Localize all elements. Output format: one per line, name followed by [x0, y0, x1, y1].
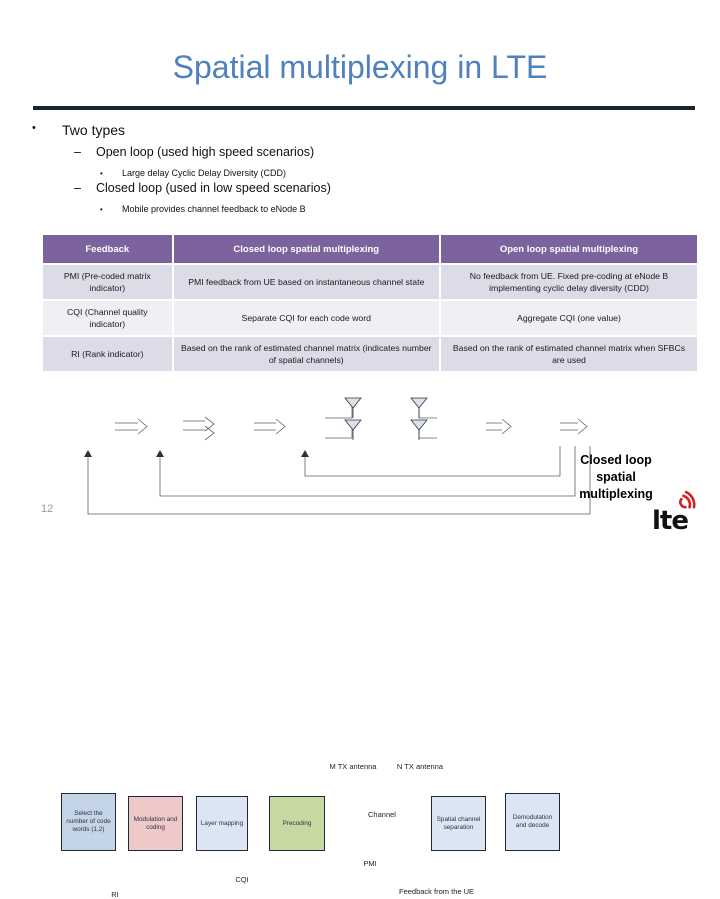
page-title: Spatial multiplexing in LTE: [172, 49, 548, 85]
bullet-closed-loop-sub: • Mobile provides channel feedback to eNo…: [100, 204, 306, 214]
diagram-block-demodulation-decode: Demodulation and decode: [505, 793, 560, 851]
cell-closed-cqi: Separate CQI for each code word: [173, 301, 439, 335]
page-number: 12: [41, 503, 54, 515]
table-row: CQI (Channel quality indicator) Separate…: [43, 301, 697, 335]
bullet-level1: • Two types: [32, 122, 125, 138]
title-divider: [33, 106, 695, 110]
label-n-tx-antenna: N TX antenna: [396, 762, 444, 771]
table-row: PMI (Pre-coded matrix indicator) PMI fee…: [43, 265, 697, 299]
bullet-open-loop: – Open loop (used high speed scenarios): [74, 145, 314, 159]
slide: Spatial multiplexing in LTE • Two types –…: [0, 0, 720, 899]
label-channel: Channel: [368, 810, 396, 819]
diagram-block-spatial-channel-separation: Spatial channel separation: [431, 796, 486, 851]
table-header-closed-loop: Closed loop spatial multiplexing: [173, 235, 439, 263]
label-cqi: CQI: [235, 875, 249, 884]
antenna-rx-1: [410, 397, 428, 418]
label-feedback-from-ue: Feedback from the UE: [399, 887, 475, 896]
bullet-closed-loop-text: Closed loop (used in low speed scenarios…: [96, 181, 331, 195]
bullet-closed-loop-sub-text: Mobile provides channel feedback to eNod…: [122, 204, 306, 214]
diagram-block-modulation-coding: Modulation and coding: [128, 796, 183, 851]
cell-closed-pmi: PMI feedback from UE based on instantane…: [173, 265, 439, 299]
diagram-block-precoding: Precoding: [269, 796, 325, 851]
comparison-table: Feedback Closed loop spatial multiplexin…: [41, 233, 699, 373]
lte-logo: lte: [652, 490, 708, 534]
table-row: RI (Rank indicator) Based on the rank of…: [43, 337, 697, 371]
label-ri: RI: [111, 890, 119, 899]
antenna-tx-1: [344, 397, 362, 418]
bullet-level1-text: Two types: [62, 122, 126, 138]
cell-open-pmi: No feedback from UE. Fixed pre-coding at…: [440, 265, 697, 299]
cell-feedback-ri: RI (Rank indicator): [43, 337, 172, 371]
bullet-open-loop-text: Open loop (used high speed scenarios): [96, 145, 315, 159]
bullet-marker-level1: •: [32, 122, 36, 134]
bullet-marker-level3-b: •: [100, 205, 103, 214]
bullet-marker-level3-a: •: [100, 169, 103, 178]
bullet-closed-loop: – Closed loop (used in low speed scenario…: [74, 181, 331, 195]
label-m-tx-antenna: M TX antenna: [329, 762, 377, 771]
table-header-open-loop: Open loop spatial multiplexing: [440, 235, 697, 263]
table-header-feedback: Feedback: [43, 235, 172, 263]
cell-open-cqi: Aggregate CQI (one value): [440, 301, 697, 335]
cell-open-ri: Based on the rank of estimated channel m…: [440, 337, 697, 371]
label-pmi: PMI: [363, 859, 377, 868]
bullet-marker-level2-a: –: [74, 145, 81, 159]
bullet-open-loop-sub-text: Large delay Cyclic Delay Diversity (CDD): [122, 168, 287, 178]
diagram-block-select-code-words: Select the number of code words (1,2): [61, 793, 116, 851]
antenna-rx-2: [410, 419, 428, 440]
cell-closed-ri: Based on the rank of estimated channel m…: [173, 337, 439, 371]
bullet-marker-level2-b: –: [74, 181, 81, 195]
antenna-tx-2: [344, 419, 362, 440]
cell-feedback-pmi: PMI (Pre-coded matrix indicator): [43, 265, 172, 299]
bullet-open-loop-sub: • Large delay Cyclic Delay Diversity (CDD…: [100, 168, 286, 178]
diagram-block-layer-mapping: Layer mapping: [196, 796, 248, 851]
cell-feedback-cqi: CQI (Channel quality indicator): [43, 301, 172, 335]
lte-logo-text: lte: [652, 506, 689, 536]
table-header-row: Feedback Closed loop spatial multiplexin…: [43, 235, 697, 263]
